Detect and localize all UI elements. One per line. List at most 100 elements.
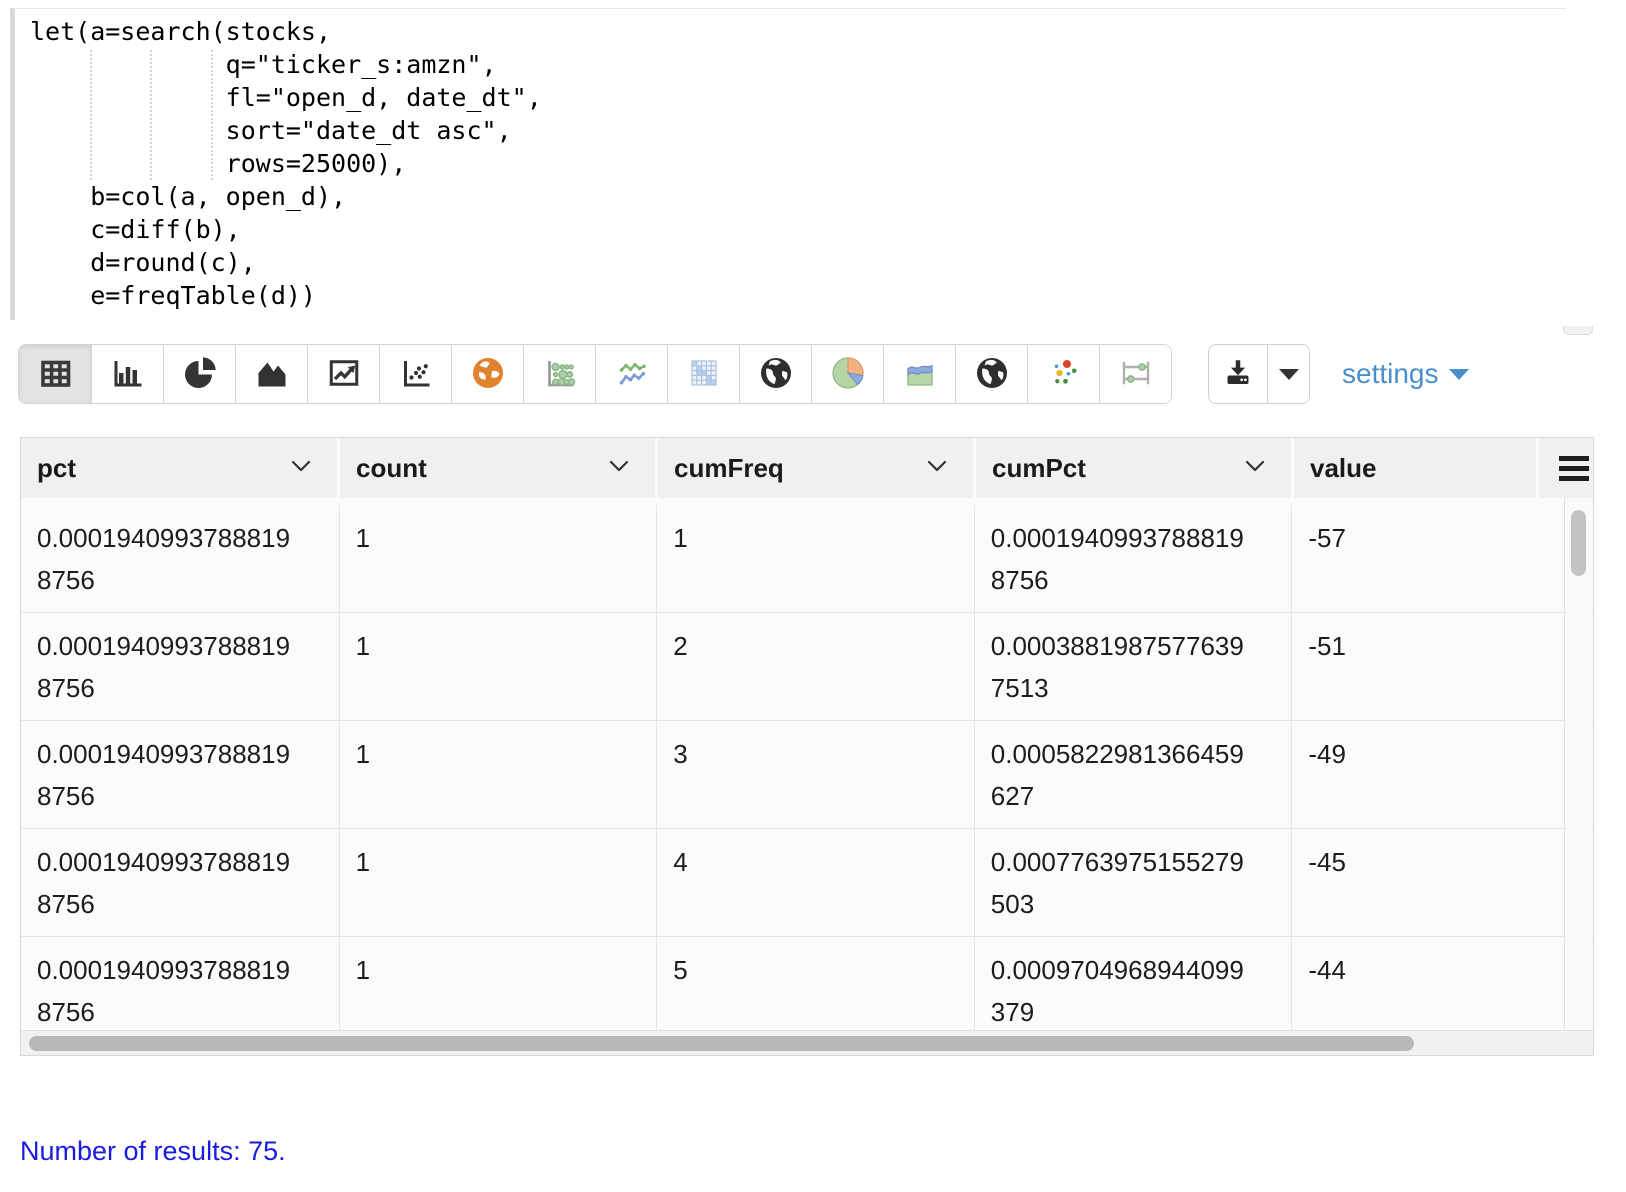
caret-down-icon xyxy=(1279,369,1299,380)
area-chart-button[interactable] xyxy=(235,345,307,403)
editor-scrollbar-remnant xyxy=(1563,326,1593,335)
table-chart-button[interactable] xyxy=(19,345,91,403)
bar-chart-icon xyxy=(110,355,146,394)
pie-chart-colored-button[interactable] xyxy=(811,345,883,403)
pie-chart-colored-icon xyxy=(830,355,866,394)
results-count-text: Number of results: 75. xyxy=(20,1136,1626,1167)
column-header-cumFreq[interactable]: cumFreq xyxy=(658,438,976,498)
column-header-label: pct xyxy=(37,453,76,484)
code-line: d=round(c), xyxy=(30,246,1566,279)
table-body: 0.00019409937888198756 1 1 0.00019409937… xyxy=(21,498,1593,1030)
column-header-value[interactable]: value xyxy=(1294,438,1539,498)
cell-pct: 0.00019409937888198756 xyxy=(21,829,340,936)
column-menu-chevron-icon[interactable] xyxy=(609,460,629,473)
cell-count: 1 xyxy=(340,721,658,828)
column-menu-chevron-icon[interactable] xyxy=(1245,460,1265,473)
caret-down-icon xyxy=(1449,369,1469,380)
download-icon xyxy=(1221,356,1255,393)
range-sliders-button[interactable] xyxy=(1099,345,1171,403)
multi-line-chart-icon xyxy=(614,355,650,394)
heatmap-icon xyxy=(686,355,722,394)
map-chart-button[interactable] xyxy=(451,345,523,403)
scatter-chart-icon xyxy=(398,355,434,394)
column-header-pct[interactable]: pct xyxy=(21,438,340,498)
column-header-label: value xyxy=(1310,453,1377,484)
heatmap-chart-button[interactable] xyxy=(667,345,739,403)
code-line: let(a=search(stocks, xyxy=(30,15,1566,48)
results-table: pct count cumFreq cumPct value 0.0001940… xyxy=(20,437,1594,1056)
scatter-colored-button[interactable] xyxy=(1027,345,1099,403)
chart-type-button-group xyxy=(18,344,1172,404)
bubble-grid-icon xyxy=(542,355,578,394)
settings-link[interactable]: settings xyxy=(1342,358,1469,390)
table-row: 0.00019409937888198756 1 5 0.00097049689… xyxy=(21,937,1593,1030)
table-header-row: pct count cumFreq cumPct value xyxy=(21,438,1593,498)
cell-cumFreq: 4 xyxy=(657,829,975,936)
column-header-count[interactable]: count xyxy=(340,438,658,498)
cell-value: -49 xyxy=(1292,721,1593,828)
horizontal-scrollbar-thumb[interactable] xyxy=(29,1036,1414,1051)
cell-cumPct: 0.00019409937888198756 xyxy=(975,505,1293,612)
column-header-label: count xyxy=(356,453,427,484)
column-header-label: cumFreq xyxy=(674,453,784,484)
column-menu-chevron-icon[interactable] xyxy=(927,460,947,473)
indent-guide xyxy=(90,50,92,180)
scatter-chart-button[interactable] xyxy=(379,345,451,403)
range-sliders-icon xyxy=(1118,355,1154,394)
grid-menu-button[interactable] xyxy=(1539,438,1593,498)
code-line: q="ticker_s:amzn", xyxy=(30,48,1566,81)
cell-cumFreq: 1 xyxy=(657,505,975,612)
download-button-group xyxy=(1208,344,1310,404)
vertical-scrollbar-thumb[interactable] xyxy=(1571,510,1586,576)
cell-pct: 0.00019409937888198756 xyxy=(21,937,340,1030)
horizontal-scrollbar[interactable] xyxy=(21,1030,1593,1055)
globe-icon-2 xyxy=(974,355,1010,394)
globe-chart-button[interactable] xyxy=(739,345,811,403)
multi-line-chart-button[interactable] xyxy=(595,345,667,403)
table-row: 0.00019409937888198756 1 4 0.00077639751… xyxy=(21,829,1593,937)
globe-chart-2-button[interactable] xyxy=(955,345,1027,403)
code-line: sort="date_dt asc", xyxy=(30,114,1566,147)
indent-guide xyxy=(150,50,152,180)
bubble-chart-button[interactable] xyxy=(523,345,595,403)
cell-count: 1 xyxy=(340,613,658,720)
vertical-scrollbar[interactable] xyxy=(1564,498,1592,1029)
column-menu-chevron-icon[interactable] xyxy=(291,460,311,473)
area-chart-icon xyxy=(254,355,290,394)
cell-count: 1 xyxy=(340,937,658,1030)
cell-cumPct: 0.0007763975155279503 xyxy=(975,829,1293,936)
download-button[interactable] xyxy=(1209,345,1267,403)
cell-value: -57 xyxy=(1292,505,1593,612)
globe-icon xyxy=(758,355,794,394)
table-row: 0.00019409937888198756 1 2 0.00038819875… xyxy=(21,613,1593,721)
indent-guide xyxy=(211,50,213,180)
code-line: rows=25000), xyxy=(30,147,1566,180)
pie-chart-button[interactable] xyxy=(163,345,235,403)
download-options-button[interactable] xyxy=(1267,345,1309,403)
column-header-label: cumPct xyxy=(992,453,1086,484)
area-chart-colored-button[interactable] xyxy=(883,345,955,403)
hamburger-menu-icon xyxy=(1559,456,1589,481)
pie-chart-icon xyxy=(182,355,218,394)
cell-pct: 0.00019409937888198756 xyxy=(21,613,340,720)
cell-pct: 0.00019409937888198756 xyxy=(21,721,340,828)
cell-cumFreq: 2 xyxy=(657,613,975,720)
line-chart-icon xyxy=(326,355,362,394)
line-chart-button[interactable] xyxy=(307,345,379,403)
table-row: 0.00019409937888198756 1 1 0.00019409937… xyxy=(21,505,1593,613)
visualization-toolbar: settings xyxy=(18,344,1626,404)
code-line: b=col(a, open_d), xyxy=(30,180,1566,213)
area-chart-colored-icon xyxy=(902,355,938,394)
code-editor[interactable]: let(a=search(stocks, q="ticker_s:amzn", … xyxy=(10,8,1566,320)
cell-value: -44 xyxy=(1292,937,1593,1030)
bar-chart-button[interactable] xyxy=(91,345,163,403)
code-line: fl="open_d, date_dt", xyxy=(30,81,1566,114)
cell-pct: 0.00019409937888198756 xyxy=(21,505,340,612)
column-header-cumPct[interactable]: cumPct xyxy=(976,438,1294,498)
scatter-colored-icon xyxy=(1046,355,1082,394)
cell-cumFreq: 3 xyxy=(657,721,975,828)
cell-cumPct: 0.0005822981366459627 xyxy=(975,721,1293,828)
code-line: c=diff(b), xyxy=(30,213,1566,246)
cell-value: -51 xyxy=(1292,613,1593,720)
cell-count: 1 xyxy=(340,829,658,936)
